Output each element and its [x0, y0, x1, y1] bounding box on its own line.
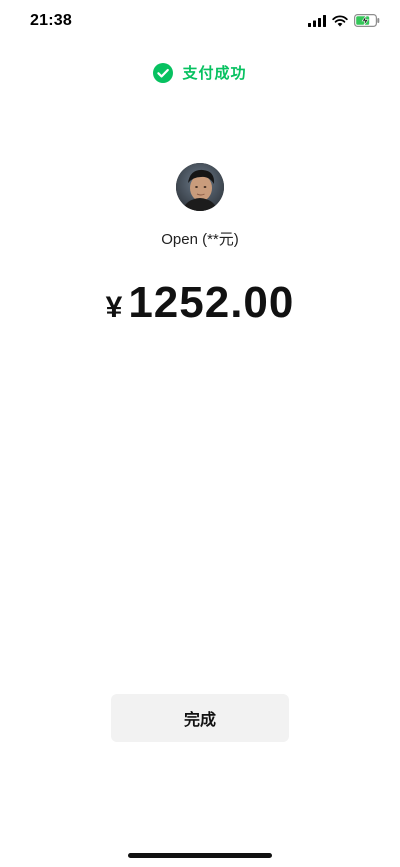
payment-status-text: 支付成功 — [182, 65, 247, 82]
status-icons — [308, 14, 380, 27]
done-button[interactable]: 完成 — [111, 694, 289, 742]
payment-amount: ¥ 1252.00 — [0, 278, 400, 328]
avatar-image — [176, 163, 224, 211]
payment-status: 支付成功 — [0, 62, 400, 83]
wifi-icon — [332, 14, 348, 26]
payee-name: Open (**元) — [161, 231, 239, 248]
amount-value: 1252.00 — [128, 278, 295, 327]
status-time: 21:38 — [30, 12, 72, 29]
currency-symbol: ¥ — [105, 291, 123, 324]
payment-success-screen: 21:38 支付成功 Open (**元) ¥ 1252.00 完成 — [0, 0, 400, 867]
check-circle-icon — [153, 62, 174, 83]
status-bar: 21:38 — [0, 0, 400, 44]
signal-icon — [308, 14, 326, 27]
battery-charging-icon — [354, 14, 380, 27]
avatar — [176, 163, 224, 211]
home-indicator[interactable] — [128, 853, 272, 858]
